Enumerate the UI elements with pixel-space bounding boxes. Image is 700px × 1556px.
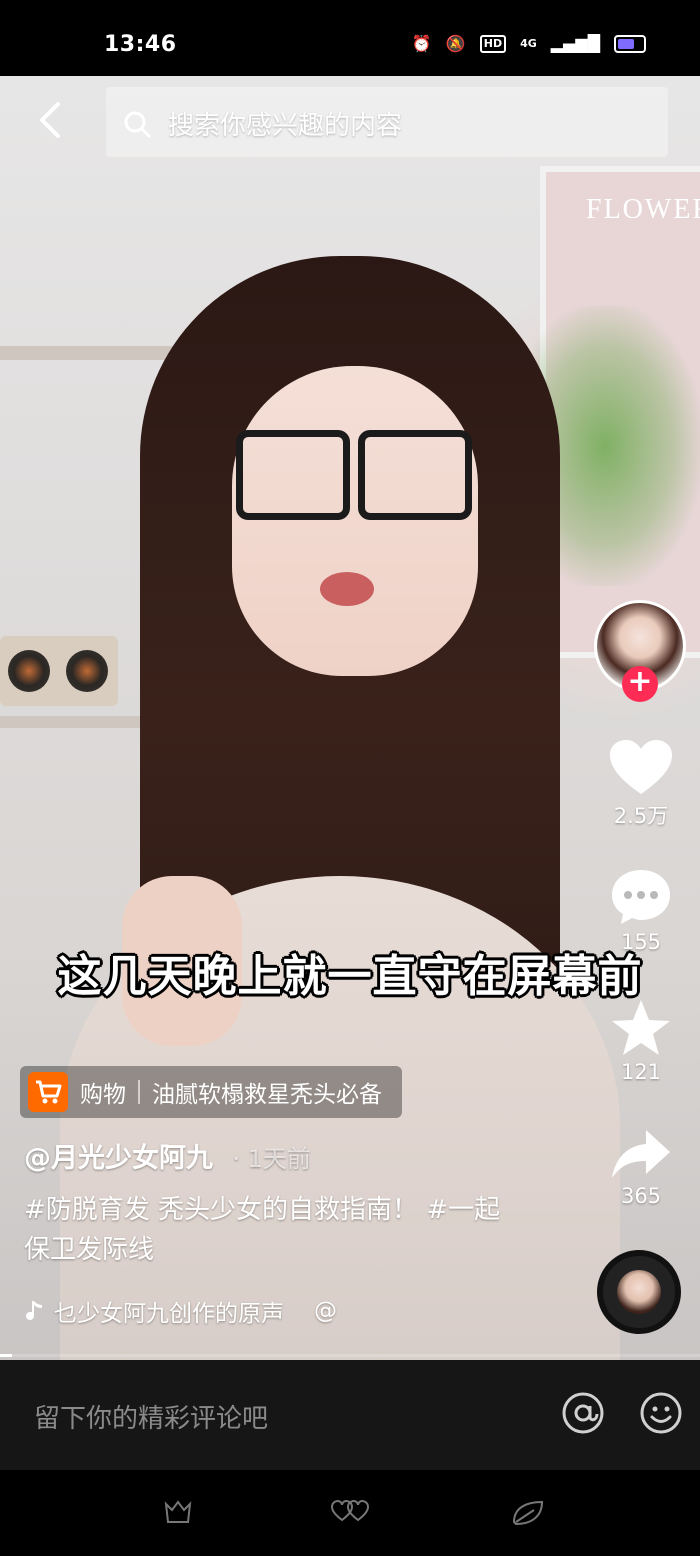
favorite-count: 121 [620, 1060, 662, 1084]
status-time: 13:46 [104, 32, 177, 57]
post-time: · 1天前 [232, 1145, 311, 1173]
system-nav-bar [0, 1470, 700, 1556]
video-progress[interactable] [0, 1354, 700, 1357]
mouth [320, 572, 374, 606]
music-title: 乜少女阿九创作的原声 [54, 1301, 284, 1327]
heart-icon [610, 740, 672, 794]
emoji-icon[interactable] [638, 1390, 684, 1436]
star-icon [612, 1000, 670, 1055]
favorite-button[interactable]: 121 [600, 998, 682, 1084]
person-face [232, 366, 478, 676]
battery-icon [614, 34, 646, 53]
hd-badge: HD [479, 34, 507, 53]
share-icon [612, 1130, 670, 1178]
author-name[interactable]: @月光少女阿九 [24, 1143, 213, 1174]
mute-icon: 🔕 [445, 34, 466, 53]
post-description: #防脱育发 秃头少女的自救指南！ #一起保卫发际线 [24, 1195, 501, 1265]
comment-bar[interactable]: 留下你的精彩评论吧 [0, 1360, 700, 1470]
music-at: @ [314, 1298, 337, 1324]
nav-heart-icon[interactable] [330, 1498, 370, 1528]
music-note-icon [26, 1301, 42, 1320]
video-progress-fill [0, 1354, 12, 1357]
signal-icon: ▂▄▆█ [550, 34, 600, 53]
author-line: @月光少女阿九 · 1天前 [24, 1136, 311, 1175]
like-button[interactable]: 2.5万 [600, 738, 682, 830]
nav-home-icon[interactable] [158, 1498, 198, 1528]
cart-icon [28, 1072, 68, 1112]
comment-icon [612, 870, 670, 924]
search-icon [124, 111, 151, 138]
alarm-icon: ⏰ [411, 34, 432, 53]
follow-button[interactable]: + [622, 666, 658, 702]
like-count: 2.5万 [613, 804, 669, 828]
video-caption: 这几天晚上就一直守在屏幕前 [57, 951, 643, 1002]
music-disc[interactable] [597, 1250, 681, 1334]
comment-input[interactable]: 留下你的精彩评论吧 [34, 1398, 268, 1435]
music-line[interactable]: 乜少女阿九创作的原声 @ [24, 1294, 337, 1328]
search-bar[interactable]: 搜索你感兴趣的内容 [106, 87, 668, 157]
shelf-lower [0, 716, 140, 728]
share-button[interactable]: 365 [600, 1126, 682, 1208]
share-count: 365 [620, 1184, 662, 1208]
shop-label: 购物 [80, 1082, 126, 1108]
top-bar: 搜索你感兴趣的内容 [0, 76, 700, 166]
status-bar: 13:46 ⏰ 🔕 HD 4G ▂▄▆█ [0, 0, 700, 76]
search-placeholder: 搜索你感兴趣的内容 [168, 111, 403, 141]
speaker-decoration [0, 636, 118, 706]
glasses [236, 430, 472, 520]
at-icon[interactable] [560, 1390, 606, 1436]
network-label: 4G [520, 37, 537, 50]
frame-text: FLOWER [586, 194, 700, 225]
back-icon[interactable] [34, 100, 70, 140]
status-icons: ⏰ 🔕 HD 4G ▂▄▆█ [412, 34, 646, 53]
shop-tag[interactable]: 购物 油腻软榻救星秃头必备 [20, 1066, 402, 1118]
nav-leaf-icon[interactable] [508, 1498, 548, 1528]
shop-title: 油腻软榻救星秃头必备 [152, 1082, 382, 1108]
shop-divider [138, 1080, 140, 1104]
